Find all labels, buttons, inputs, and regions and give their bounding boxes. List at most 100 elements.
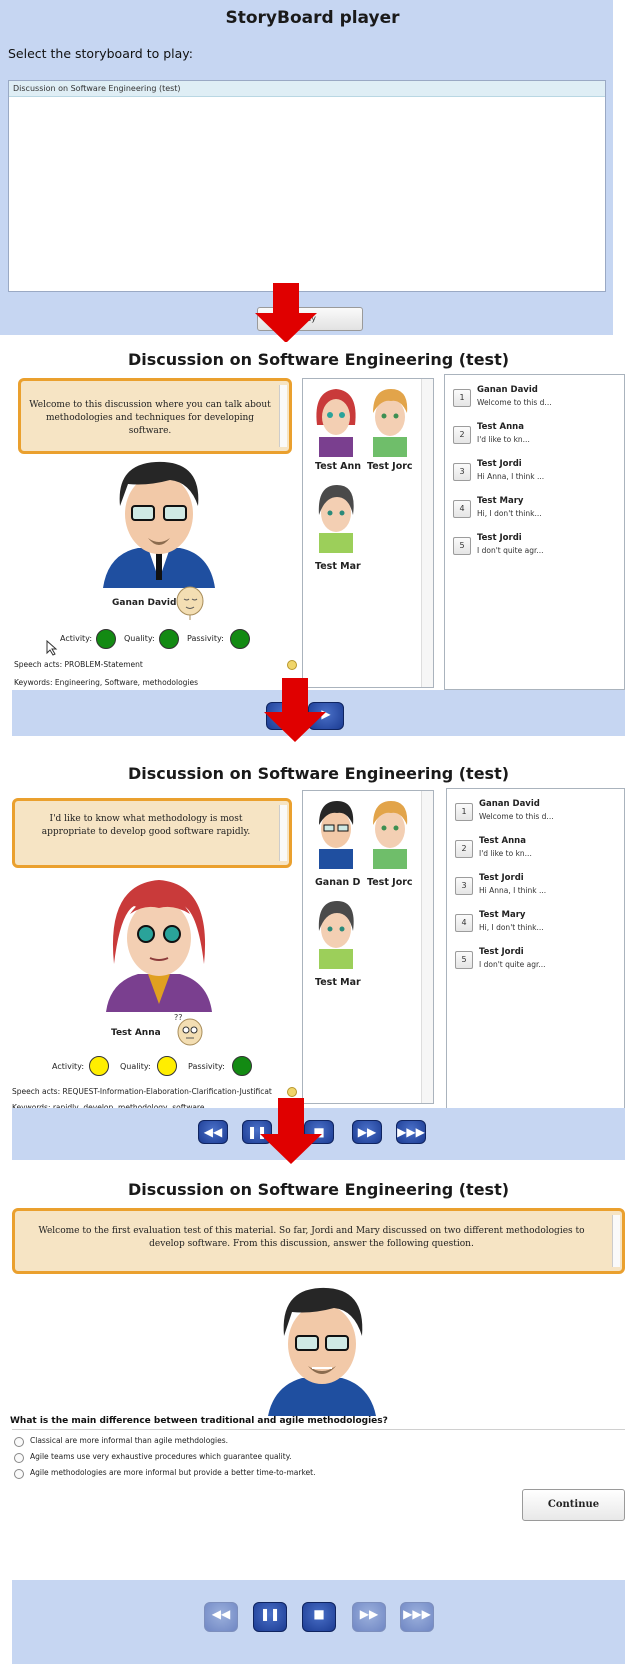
passivity-label: Passivity: (187, 634, 224, 643)
transcript-snippet: Welcome to this d... (479, 812, 554, 821)
bubble-scrollbar[interactable] (279, 805, 287, 861)
transcript-number[interactable]: 2 (455, 840, 473, 858)
quality-indicator (159, 629, 179, 649)
transcript-speaker: Test Anna (479, 836, 526, 846)
fast-forward-button[interactable]: ▶▶ (352, 1120, 382, 1144)
transcript-item[interactable]: 2 Test Anna I'd like to kn... (445, 420, 624, 454)
transcript-number[interactable]: 4 (453, 500, 471, 518)
transcript-item[interactable]: 1 Ganan David Welcome to this d... (445, 383, 624, 417)
speaker-avatar (103, 461, 215, 588)
transcript-snippet: I don't quite agr... (477, 546, 544, 555)
transcript-snippet: I'd like to kn... (477, 435, 530, 444)
fast-forward-button[interactable]: ▶▶ (352, 1602, 386, 1632)
transcript-number[interactable]: 5 (453, 537, 471, 555)
transcript-list[interactable]: 1 Ganan David Welcome to this d... 2 Test An… (446, 788, 625, 1110)
transcript-number[interactable]: 2 (453, 426, 471, 444)
stop-button[interactable]: ■ (302, 1602, 336, 1632)
skip-end-button[interactable]: ▶▶▶ (400, 1602, 434, 1632)
transcript-item[interactable]: 2 Test Anna I'd like to kn... (447, 834, 624, 868)
transcript-item[interactable]: 3 Test Jordi Hi Anna, I think ... (445, 457, 624, 491)
participant-avatar[interactable] (367, 797, 413, 869)
rewind-button[interactable]: ◀◀ (198, 1120, 228, 1144)
playback-controls-bar: ◀◀ ❚❚ ■ ▶▶ ▶▶▶ (12, 1580, 625, 1664)
passivity-indicator (232, 1056, 252, 1076)
speech-text: Welcome to this discussion where you can… (29, 400, 271, 436)
continue-button[interactable]: Continue (522, 1489, 625, 1521)
transcript-item[interactable]: 4 Test Mary Hi, I don't think... (447, 908, 624, 942)
bubble-scrollbar[interactable] (612, 1215, 620, 1267)
storyboard-title: Discussion on Software Engineering (test… (127, 764, 510, 783)
transcript-item[interactable]: 4 Test Mary Hi, I don't think... (445, 494, 624, 528)
pause-button[interactable]: ❚❚ (253, 1602, 287, 1632)
transcript-number[interactable]: 4 (455, 914, 473, 932)
skip-end-button[interactable]: ▶▶▶ (396, 1120, 426, 1144)
participants-list[interactable]: Test Ann Test Jorc Test Mar (302, 378, 434, 688)
cursor-icon (46, 640, 58, 656)
emoticon-icon[interactable] (287, 1087, 297, 1097)
activity-indicator (89, 1056, 109, 1076)
transcript-item[interactable]: 5 Test Jordi I don't quite agr... (447, 945, 624, 979)
participants-list[interactable]: Ganan D Test Jorc Test Mar (302, 790, 434, 1104)
speech-text: Welcome to the first evaluation test of … (38, 1226, 585, 1249)
radio-button[interactable] (14, 1437, 24, 1447)
list-item[interactable]: Discussion on Software Engineering (test… (9, 81, 605, 97)
rewind-button[interactable]: ◀◀ (204, 1602, 238, 1632)
emotion-face-icon (176, 586, 204, 620)
emoticon-icon[interactable] (287, 660, 297, 670)
participant-avatar[interactable] (313, 897, 359, 969)
answer-label: Agile methodologies are more informal bu… (30, 1468, 316, 1477)
transcript-number[interactable]: 1 (453, 389, 471, 407)
storyboard-list[interactable]: Discussion on Software Engineering (test… (8, 80, 606, 292)
transcript-snippet: I don't quite agr... (479, 960, 546, 969)
transcript-snippet: I'd like to kn... (479, 849, 532, 858)
storyboard-title: Discussion on Software Engineering (test… (127, 350, 510, 369)
participants-scrollbar[interactable] (421, 791, 433, 1103)
bubble-scrollbar[interactable] (279, 385, 287, 447)
quality-label: Quality: (120, 1062, 151, 1071)
transcript-speaker: Test Mary (479, 910, 526, 920)
transcript-item[interactable]: 5 Test Jordi I don't quite agr... (445, 531, 624, 565)
participant-avatar[interactable] (367, 385, 413, 457)
speech-bubble: Welcome to this discussion where you can… (18, 378, 292, 454)
speaker-name: Ganan David (112, 598, 177, 608)
svg-text:??: ?? (174, 1013, 183, 1022)
transcript-number[interactable]: 1 (455, 803, 473, 821)
activity-indicator (96, 629, 116, 649)
transcript-speaker: Test Jordi (479, 873, 524, 883)
transcript-speaker: Test Jordi (479, 947, 524, 957)
participant-avatar[interactable] (313, 481, 359, 553)
passivity-label: Passivity: (188, 1062, 225, 1071)
transcript-snippet: Hi Anna, I think ... (477, 472, 545, 481)
participant-avatar[interactable] (313, 797, 359, 869)
answer-label: Agile teams use very exhaustive procedur… (30, 1452, 292, 1461)
participant-name: Test Mar (315, 561, 361, 572)
storyboard-panel-question: Discussion on Software Engineering (test… (12, 756, 625, 1112)
transcript-speaker: Test Anna (477, 422, 524, 432)
transcript-number[interactable]: 3 (455, 877, 473, 895)
transcript-item[interactable]: 1 Ganan David Welcome to this d... (447, 797, 624, 831)
passivity-indicator (230, 629, 250, 649)
question-text: What is the main difference between trad… (10, 1416, 388, 1426)
participant-name: Test Jorc (367, 877, 413, 888)
transcript-snippet: Hi Anna, I think ... (479, 886, 547, 895)
transcript-speaker: Test Jordi (477, 459, 522, 469)
radio-button[interactable] (14, 1469, 24, 1479)
radio-button[interactable] (14, 1453, 24, 1463)
speech-bubble: I'd like to know what methodology is mos… (12, 798, 292, 868)
evaluation-panel: Discussion on Software Engineering (test… (10, 1172, 625, 1580)
transcript-number[interactable]: 5 (455, 951, 473, 969)
participant-name: Test Ann (315, 461, 362, 472)
participant-avatar[interactable] (313, 385, 359, 457)
transcript-snippet: Welcome to this d... (477, 398, 552, 407)
participant-name: Test Jorc (367, 461, 413, 472)
down-arrow-icon (255, 283, 317, 343)
transcript-number[interactable]: 3 (453, 463, 471, 481)
participants-scrollbar[interactable] (421, 379, 433, 687)
activity-label: Activity: (52, 1062, 85, 1071)
tutor-avatar (268, 1287, 376, 1416)
participant-name: Ganan D (315, 877, 361, 888)
transcript-list[interactable]: 1 Ganan David Welcome to this d... 2 Test An… (444, 374, 625, 690)
speech-acts: Speech acts: REQUEST-Information-Elabora… (12, 1087, 272, 1096)
transcript-speaker: Ganan David (477, 385, 538, 395)
transcript-item[interactable]: 3 Test Jordi Hi Anna, I think ... (447, 871, 624, 905)
